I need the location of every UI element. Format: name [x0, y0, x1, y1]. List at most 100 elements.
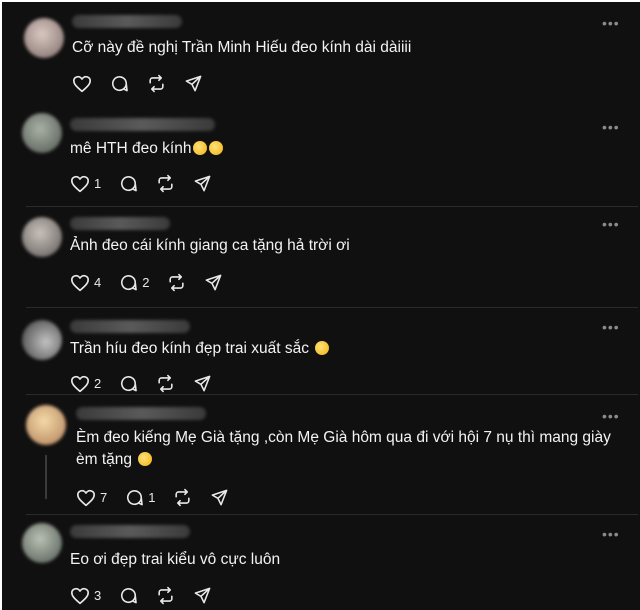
comment-text: mê HTH đeo kính [70, 138, 224, 160]
like-button[interactable] [72, 75, 92, 93]
reply-button[interactable]: 2 [119, 273, 149, 292]
comment-card: ••• Trần híu đeo kính đẹp trai xuất sắc … [10, 308, 638, 403]
repost-icon [175, 488, 191, 507]
reply-button[interactable]: 1 [125, 488, 155, 507]
username-redacted[interactable] [70, 118, 215, 131]
heart-icon [71, 587, 89, 604]
avatar[interactable] [22, 320, 62, 360]
username-redacted[interactable] [72, 15, 182, 28]
comment-actions: 3 [70, 586, 230, 605]
share-button[interactable] [193, 586, 212, 605]
emoji [193, 141, 208, 155]
more-icon[interactable]: ••• [602, 217, 620, 231]
comment-icon [127, 490, 144, 506]
repost-button[interactable] [156, 174, 175, 193]
comments-panel: ••• Cỡ này đề nghị Trần Minh Hiếu đeo kí… [2, 2, 640, 610]
comment-icon [111, 76, 128, 92]
like-button[interactable]: 1 [70, 175, 101, 193]
comment-icon [121, 376, 138, 392]
share-button[interactable] [193, 174, 212, 193]
heart-icon [71, 175, 89, 192]
comment-actions: 1 [70, 174, 230, 193]
heart-icon [71, 274, 89, 291]
like-count: 2 [94, 376, 102, 391]
username-redacted[interactable] [76, 407, 206, 420]
share-button[interactable] [193, 374, 212, 393]
comment-text: Eo ơi đẹp trai kiểu vô cực luôn [70, 551, 281, 568]
share-icon [212, 489, 228, 506]
like-button[interactable]: 3 [70, 587, 101, 605]
reply-button[interactable] [119, 586, 138, 605]
share-icon [194, 175, 211, 192]
username-redacted[interactable] [70, 525, 190, 538]
avatar[interactable] [26, 405, 66, 445]
repost-button[interactable] [167, 273, 186, 292]
share-button[interactable] [210, 488, 229, 507]
reply-button[interactable] [119, 174, 138, 193]
reply-button[interactable] [119, 374, 138, 393]
comment-card: ••• Ảnh đeo cái kính giang ca tặng hả tr… [10, 207, 638, 307]
avatar[interactable] [22, 523, 62, 563]
comment-text: Trần híu đeo kính đẹp trai xuất sắc [70, 338, 329, 360]
like-count: 1 [94, 176, 102, 191]
comment-text: Cỡ này đề nghị Trần Minh Hiếu đeo kính d… [72, 39, 412, 56]
avatar[interactable] [22, 113, 62, 153]
like-button[interactable]: 7 [76, 489, 107, 507]
emoji [138, 452, 153, 466]
repost-icon [149, 74, 164, 93]
comment-actions: 7 1 [76, 488, 247, 507]
like-button[interactable]: 4 [70, 274, 101, 292]
comment-text: Èm đeo kiếng Mẹ Già tặng ,còn Mẹ Già hôm… [76, 427, 616, 471]
repost-icon [158, 174, 173, 193]
emoji [209, 141, 224, 155]
share-icon [194, 375, 211, 392]
comment-actions: 2 [70, 374, 230, 393]
comment-card: ••• Eo ơi đẹp trai kiểu vô cực luôn 3 [10, 515, 638, 610]
repost-button[interactable] [173, 488, 192, 507]
comments-list: ••• mê HTH đeo kính 1 ••• Ảnh đeo cái kí… [10, 110, 638, 610]
share-icon [194, 587, 211, 604]
more-icon[interactable]: ••• [602, 527, 620, 541]
share-icon [206, 274, 222, 291]
reply-button[interactable] [110, 74, 129, 93]
heart-icon [71, 375, 89, 392]
emoji [314, 341, 329, 355]
comment-icon [121, 275, 138, 291]
comment-actions: 4 2 [70, 273, 241, 292]
repost-button[interactable] [147, 74, 166, 93]
comment-card: ••• mê HTH đeo kính 1 [10, 110, 638, 205]
comment-text-line: èm tặng [76, 449, 616, 471]
more-icon[interactable]: ••• [602, 320, 620, 334]
more-icon[interactable]: ••• [602, 409, 620, 423]
repost-button[interactable] [156, 586, 175, 605]
thread-line [45, 455, 47, 499]
share-button[interactable] [204, 273, 223, 292]
heart-icon [77, 489, 95, 506]
avatar[interactable] [24, 18, 64, 58]
reply-count: 1 [148, 490, 156, 505]
more-icon[interactable]: ••• [602, 16, 620, 30]
avatar[interactable] [22, 217, 62, 257]
repost-button[interactable] [156, 374, 175, 393]
like-button[interactable]: 2 [70, 375, 101, 393]
comment-card: ••• Èm đeo kiếng Mẹ Già tặng ,còn Mẹ Già… [10, 395, 638, 513]
repost-icon [158, 586, 173, 605]
like-count: 7 [100, 490, 108, 505]
username-redacted[interactable] [70, 320, 190, 333]
heart-icon [73, 75, 91, 92]
comment-text: Ảnh đeo cái kính giang ca tặng hả trời ơ… [70, 237, 350, 254]
more-icon[interactable]: ••• [602, 120, 620, 134]
comment-icon [121, 176, 138, 192]
comment-card: ••• Cỡ này đề nghị Trần Minh Hiếu đeo kí… [2, 2, 638, 102]
username-redacted[interactable] [70, 217, 170, 230]
reply-count: 2 [142, 275, 150, 290]
repost-icon [158, 374, 173, 393]
share-icon [185, 75, 202, 92]
repost-icon [169, 273, 185, 292]
comment-actions [72, 74, 221, 93]
like-count: 4 [94, 275, 102, 290]
like-count: 3 [94, 588, 102, 603]
comment-text-line: Èm đeo kiếng Mẹ Già tặng ,còn Mẹ Già hôm… [76, 429, 611, 446]
comment-icon [121, 588, 138, 604]
share-button[interactable] [184, 74, 203, 93]
